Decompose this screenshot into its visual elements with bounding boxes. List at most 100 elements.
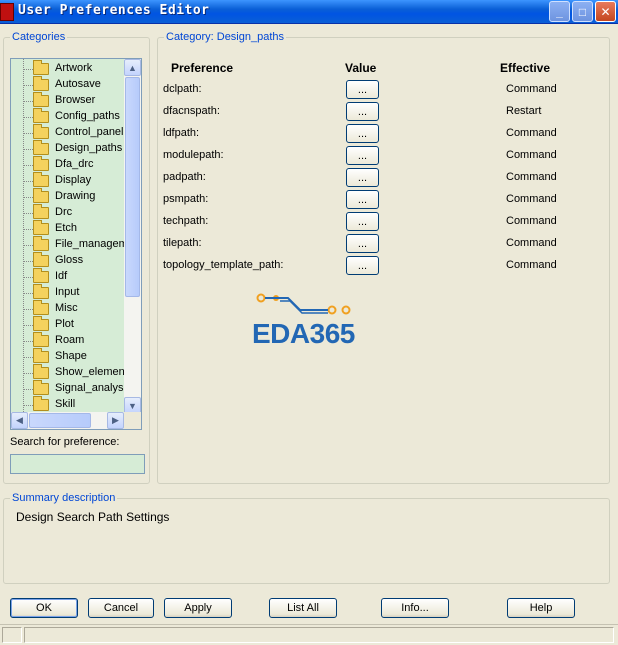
- tree-item-misc[interactable]: Misc: [11, 300, 124, 317]
- category-tree[interactable]: Artwork Autosave Browser Config_paths Contro…: [10, 58, 142, 430]
- folder-icon: [33, 172, 49, 187]
- title-bar[interactable]: User Preferences Editor _ □ ✕: [0, 0, 618, 24]
- folder-icon: [33, 364, 49, 379]
- eda365-logo-text: EDA365: [252, 318, 355, 349]
- value-browse-button[interactable]: ...: [346, 168, 379, 187]
- tree-item-label: Shape: [55, 350, 87, 362]
- app-icon: [0, 3, 14, 21]
- cancel-button[interactable]: Cancel: [88, 598, 154, 618]
- preference-name: modulepath:: [163, 149, 224, 161]
- tree-horizontal-scrollbar[interactable]: ◀ ▶: [11, 412, 124, 429]
- tree-item-label: Artwork: [55, 62, 93, 74]
- scroll-corner: [124, 412, 141, 429]
- tree-item-plot[interactable]: Plot: [11, 316, 124, 333]
- tree-item-browser[interactable]: Browser: [11, 92, 124, 109]
- tree-item-drc[interactable]: Drc: [11, 204, 124, 221]
- tree-item-show_elemen[interactable]: Show_elemen: [11, 364, 124, 381]
- scroll-right-icon[interactable]: ▶: [107, 412, 124, 429]
- preference-name: techpath:: [163, 215, 209, 227]
- tree-branch-line: [23, 149, 33, 150]
- value-browse-button[interactable]: ...: [346, 80, 379, 99]
- tree-item-idf[interactable]: Idf: [11, 268, 124, 285]
- folder-icon: [33, 220, 49, 235]
- category-tree-list: Artwork Autosave Browser Config_paths Contro…: [11, 59, 124, 414]
- tree-item-label: Etch: [55, 222, 78, 234]
- ok-button[interactable]: OK: [10, 598, 78, 618]
- folder-icon: [33, 268, 49, 283]
- tree-item-artwork[interactable]: Artwork: [11, 60, 124, 77]
- tree-branch-line: [23, 341, 33, 342]
- tree-branch-line: [23, 213, 33, 214]
- preference-name: dclpath:: [163, 83, 202, 95]
- folder-icon: [33, 348, 49, 363]
- tree-item-control_panel[interactable]: Control_panel: [11, 124, 124, 141]
- value-browse-button[interactable]: ...: [346, 212, 379, 231]
- tree-branch-line: [23, 309, 33, 310]
- tree-branch-line: [23, 357, 33, 358]
- tree-item-shape[interactable]: Shape: [11, 348, 124, 365]
- scroll-up-icon[interactable]: ▲: [124, 59, 141, 76]
- tree-item-label: Plot: [55, 318, 74, 330]
- folder-icon: [33, 380, 49, 395]
- scroll-left-icon[interactable]: ◀: [11, 412, 28, 429]
- folder-icon: [33, 316, 49, 331]
- folder-icon: [33, 300, 49, 315]
- value-browse-button[interactable]: ...: [346, 124, 379, 143]
- tree-hscroll-thumb[interactable]: [29, 413, 91, 428]
- apply-button[interactable]: Apply: [164, 598, 232, 618]
- tree-item-label: Drawing: [55, 190, 96, 202]
- window-title: User Preferences Editor: [18, 3, 210, 18]
- close-button[interactable]: ✕: [595, 1, 616, 22]
- tree-item-label: Autosave: [55, 78, 101, 90]
- tree-item-drawing[interactable]: Drawing: [11, 188, 124, 205]
- effective-header: Effective: [500, 61, 551, 75]
- effective-value: Command: [506, 215, 557, 227]
- effective-value: Command: [506, 237, 557, 249]
- minimize-button[interactable]: _: [549, 1, 570, 22]
- value-browse-button[interactable]: ...: [346, 256, 379, 275]
- tree-item-autosave[interactable]: Autosave: [11, 76, 124, 93]
- maximize-button[interactable]: □: [572, 1, 593, 22]
- value-browse-button[interactable]: ...: [346, 190, 379, 209]
- tree-item-config_paths[interactable]: Config_paths: [11, 108, 124, 125]
- tree-branch-line: [23, 165, 33, 166]
- tree-item-signal_analysi[interactable]: Signal_analysi: [11, 380, 124, 397]
- tree-item-roam[interactable]: Roam: [11, 332, 124, 349]
- folder-icon: [33, 60, 49, 75]
- value-browse-button[interactable]: ...: [346, 146, 379, 165]
- tree-item-design_paths[interactable]: Design_paths: [11, 140, 124, 157]
- tree-item-skill[interactable]: Skill: [11, 396, 124, 413]
- preference-name: padpath:: [163, 171, 206, 183]
- value-browse-button[interactable]: ...: [346, 234, 379, 253]
- tree-item-file_managem[interactable]: File_managem: [11, 236, 124, 253]
- folder-icon: [33, 140, 49, 155]
- help-button[interactable]: Help: [507, 598, 575, 618]
- tree-item-label: Control_panel: [55, 126, 124, 138]
- effective-value: Command: [506, 127, 557, 139]
- tree-scroll-thumb[interactable]: [125, 77, 140, 297]
- tree-item-label: Browser: [55, 94, 96, 106]
- tree-branch-line: [23, 277, 33, 278]
- tree-item-input[interactable]: Input: [11, 284, 124, 301]
- tree-branch-line: [23, 245, 33, 246]
- preference-name: psmpath:: [163, 193, 209, 205]
- tree-branch-line: [23, 373, 33, 374]
- tree-branch-line: [23, 69, 33, 70]
- tree-item-label: Drc: [55, 206, 73, 218]
- tree-branch-line: [23, 293, 33, 294]
- tree-vertical-scrollbar[interactable]: ▲ ▼: [124, 59, 141, 414]
- tree-item-label: Dfa_drc: [55, 158, 94, 170]
- effective-value: Restart: [506, 105, 542, 117]
- folder-icon: [33, 284, 49, 299]
- search-input[interactable]: [10, 454, 145, 474]
- tree-item-display[interactable]: Display: [11, 172, 124, 189]
- value-browse-button[interactable]: ...: [346, 102, 379, 121]
- tree-branch-line: [23, 197, 33, 198]
- info-button[interactable]: Info...: [381, 598, 449, 618]
- eda365-logo-icon: [256, 293, 351, 315]
- tree-item-dfa_drc[interactable]: Dfa_drc: [11, 156, 124, 173]
- tree-item-etch[interactable]: Etch: [11, 220, 124, 237]
- tree-item-gloss[interactable]: Gloss: [11, 252, 124, 269]
- categories-legend: Categories: [10, 31, 68, 43]
- list-all-button[interactable]: List All: [269, 598, 337, 618]
